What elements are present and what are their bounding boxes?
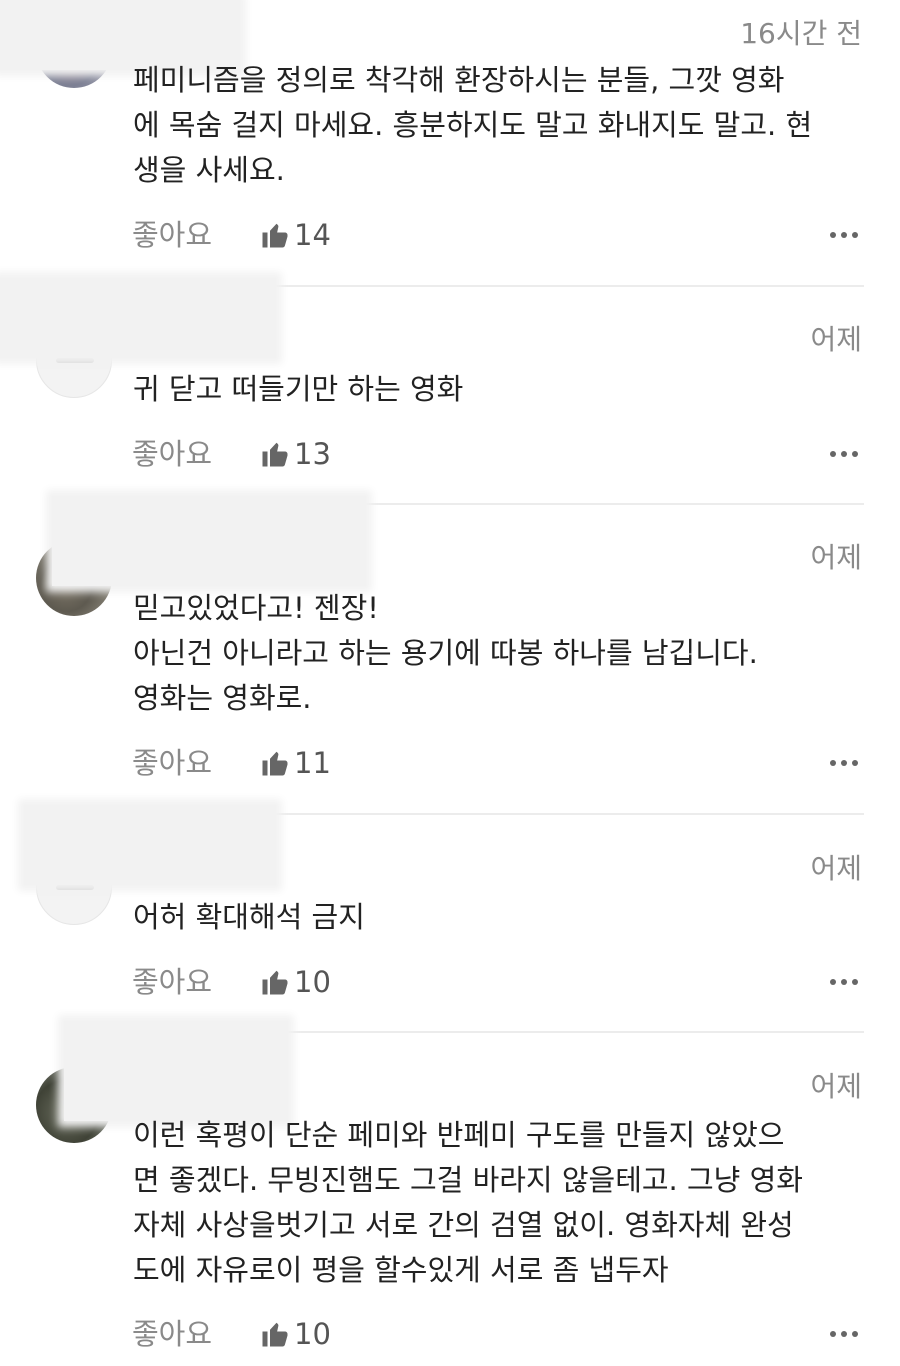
comment-item: 어제 이런 혹평이 단순 페미와 반페미 구도를 만들지 않았으 면 좋겠다. … <box>0 1021 900 1366</box>
like-label[interactable]: 좋아요 <box>132 215 212 255</box>
blurred-username <box>0 278 276 358</box>
like-count: 10 <box>294 965 331 999</box>
more-horizontal-icon <box>830 232 836 238</box>
like-label[interactable]: 좋아요 <box>132 962 212 1002</box>
comment-text: 믿고있었다고! 젠장! 아닌건 아니라고 하는 용기에 따봉 하나를 남깁니다.… <box>133 586 873 721</box>
more-horizontal-icon <box>852 760 858 766</box>
comment-text-line: 자체 사상을벗기고 서로 간의 검열 없이. 영화자체 완성 <box>133 1208 794 1242</box>
more-horizontal-icon <box>841 760 847 766</box>
more-horizontal-icon <box>852 232 858 238</box>
comment-item: 어제 어허 확대해석 금지 좋아요 10 <box>0 805 900 1033</box>
comment-actions: 좋아요 10 <box>132 1314 862 1354</box>
comment-text-line: 아닌건 아니라고 하는 용기에 따봉 하나를 남깁니다. <box>133 636 758 670</box>
like-button[interactable]: 10 <box>260 1314 331 1354</box>
thumbs-up-icon <box>262 751 288 776</box>
comment-item: 어제 믿고있었다고! 젠장! 아닌건 아니라고 하는 용기에 따봉 하나를 남깁… <box>0 496 900 815</box>
more-options-button[interactable] <box>825 962 858 1002</box>
comment-text: 어허 확대해석 금지 <box>133 895 873 940</box>
comment-text: 페미니즘을 정의로 착각해 환장하시는 분들, 그깟 영화 에 목숨 걸지 마세… <box>133 58 873 193</box>
more-horizontal-icon <box>852 979 858 985</box>
comment-text-line: 이런 혹평이 단순 페미와 반페미 구도를 만들지 않았으 <box>133 1118 785 1152</box>
more-horizontal-icon <box>841 451 847 457</box>
comment-item: 어제 귀 닫고 떠들기만 하는 영화 좋아요 13 <box>0 278 900 506</box>
blurred-username <box>24 805 276 885</box>
comment-text: 귀 닫고 떠들기만 하는 영화 <box>133 367 873 412</box>
like-label[interactable]: 좋아요 <box>132 1314 212 1354</box>
comment-time: 16시간 전 <box>740 17 862 50</box>
like-button[interactable]: 14 <box>260 215 331 255</box>
thumbs-up-icon <box>262 970 288 995</box>
more-horizontal-icon <box>852 451 858 457</box>
like-button[interactable]: 11 <box>260 743 331 783</box>
more-horizontal-icon <box>830 979 836 985</box>
comment-text-line: 페미니즘을 정의로 착각해 환장하시는 분들, 그깟 영화 <box>133 63 785 97</box>
comment-time: 어제 <box>810 852 862 885</box>
like-count: 14 <box>294 218 331 252</box>
more-horizontal-icon <box>830 451 836 457</box>
like-count: 13 <box>294 437 331 471</box>
comment-text-line: 에 목숨 걸지 마세요. 흥분하지도 말고 화내지도 말고. 현 <box>133 108 813 142</box>
more-options-button[interactable] <box>825 434 858 474</box>
more-horizontal-icon <box>852 1331 858 1337</box>
more-horizontal-icon <box>841 232 847 238</box>
comment-text-line: 도에 자유로이 평을 할수있게 서로 좀 냅두자 <box>133 1253 669 1287</box>
more-horizontal-icon <box>841 1331 847 1337</box>
like-label[interactable]: 좋아요 <box>132 743 212 783</box>
more-options-button[interactable] <box>825 1314 858 1354</box>
more-horizontal-icon <box>830 760 836 766</box>
comment-text: 이런 혹평이 단순 페미와 반페미 구도를 만들지 않았으 면 좋겠다. 무빙진… <box>133 1113 873 1293</box>
comment-actions: 좋아요 13 <box>132 434 862 474</box>
comment-text-line: 믿고있었다고! 젠장! <box>133 591 379 625</box>
comment-actions: 좋아요 11 <box>132 743 862 783</box>
thumbs-up-icon <box>262 223 288 248</box>
comment-time: 어제 <box>810 1070 862 1103</box>
comment-actions: 좋아요 10 <box>132 962 862 1002</box>
like-label[interactable]: 좋아요 <box>132 434 212 474</box>
like-button[interactable]: 10 <box>260 962 331 1002</box>
comment-text-line: 어허 확대해석 금지 <box>133 900 365 934</box>
comment-item: 16시간 전 페미니즘을 정의로 착각해 환장하시는 분들, 그깟 영화 에 목… <box>0 0 900 288</box>
more-options-button[interactable] <box>825 743 858 783</box>
comment-text-line: 영화는 영화로. <box>133 681 312 715</box>
more-horizontal-icon <box>841 979 847 985</box>
comment-time: 어제 <box>810 323 862 356</box>
blurred-username <box>52 496 366 586</box>
like-count: 11 <box>294 746 331 780</box>
comment-text-line: 면 좋겠다. 무빙진햄도 그걸 바라지 않을테고. 그냥 영화 <box>133 1163 803 1197</box>
more-horizontal-icon <box>830 1331 836 1337</box>
like-button[interactable]: 13 <box>260 434 331 474</box>
more-options-button[interactable] <box>825 215 858 255</box>
comment-time: 어제 <box>810 541 862 574</box>
blurred-username <box>64 1021 288 1121</box>
comment-text-line: 귀 닫고 떠들기만 하는 영화 <box>133 372 464 406</box>
comment-actions: 좋아요 14 <box>132 215 862 255</box>
comment-text-line: 생을 사세요. <box>133 153 285 187</box>
like-count: 10 <box>294 1317 331 1351</box>
thumbs-up-icon <box>262 442 288 467</box>
thumbs-up-icon <box>262 1322 288 1347</box>
